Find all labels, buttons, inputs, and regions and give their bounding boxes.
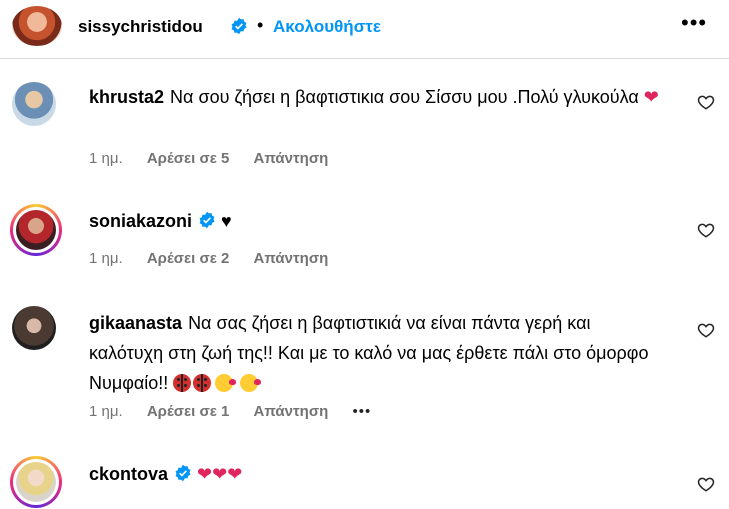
comment-body: soniakazoni ♥	[89, 206, 659, 236]
comment-meta: 1 ημ. Αρέσει σε 5 Απάντηση	[89, 150, 348, 167]
red-heart-icon: ❤	[212, 464, 228, 484]
follow-button[interactable]: Ακολουθήστε	[273, 17, 381, 37]
verified-badge-icon	[199, 211, 215, 229]
likes-count[interactable]: Αρέσει σε 1	[147, 403, 230, 420]
comment-username[interactable]: ckontova	[89, 464, 168, 484]
red-heart-icon: ❤	[197, 464, 213, 484]
black-heart-icon: ♥	[221, 211, 232, 231]
comment-time[interactable]: 1 ημ.	[89, 403, 123, 420]
reply-button[interactable]: Απάντηση	[254, 250, 329, 267]
comment-body: khrusta2 Να σου ζήσει η βαφτιστικια σου Σ…	[89, 82, 659, 112]
avatar[interactable]	[12, 82, 56, 126]
comment-body: ckontova ❤❤❤	[89, 459, 659, 489]
like-heart-icon[interactable]	[697, 475, 715, 493]
reply-button[interactable]: Απάντηση	[254, 403, 329, 420]
comment-username[interactable]: soniakazoni	[89, 211, 192, 231]
comment-meta: 1 ημ. Αρέσει σε 1 Απάντηση •••	[89, 403, 391, 420]
avatar[interactable]	[12, 6, 62, 46]
like-heart-icon[interactable]	[697, 221, 715, 239]
comment-body: gikaanasta Να σας ζήσει η βαφτιστικιά να …	[89, 308, 659, 398]
likes-count[interactable]: Αρέσει σε 2	[147, 250, 230, 267]
more-options-icon[interactable]: •••	[681, 12, 707, 34]
story-ring[interactable]	[10, 204, 62, 256]
comment-username[interactable]: khrusta2	[89, 87, 164, 107]
avatar[interactable]	[16, 462, 56, 502]
avatar[interactable]	[16, 210, 56, 250]
comment-time[interactable]: 1 ημ.	[89, 150, 123, 167]
story-ring[interactable]	[10, 456, 62, 508]
verified-badge-icon	[230, 17, 248, 38]
header-divider	[0, 58, 729, 59]
comment-meta: 1 ημ. Αρέσει σε 2 Απάντηση	[89, 250, 348, 267]
like-heart-icon[interactable]	[697, 93, 715, 111]
more-options-icon[interactable]: •••	[352, 403, 371, 420]
ladybug-icon	[193, 374, 212, 392]
like-heart-icon[interactable]	[697, 321, 715, 339]
red-heart-icon: ❤	[643, 87, 659, 107]
comment-text: Να σου ζήσει η βαφτιστικια σου Σίσσυ μου…	[170, 87, 639, 107]
header-username[interactable]: sissychristidou	[78, 17, 203, 37]
comment-username[interactable]: gikaanasta	[89, 313, 182, 333]
verified-badge-icon	[175, 464, 191, 482]
red-heart-icon: ❤	[227, 464, 243, 484]
post-header: sissychristidou • Ακολουθήστε •••	[0, 0, 729, 58]
kiss-face-icon	[215, 374, 237, 392]
kiss-face-icon	[240, 374, 262, 392]
reply-button[interactable]: Απάντηση	[254, 150, 329, 167]
ladybug-icon	[173, 374, 192, 392]
separator-dot: •	[257, 15, 264, 35]
comment-time[interactable]: 1 ημ.	[89, 250, 123, 267]
likes-count[interactable]: Αρέσει σε 5	[147, 150, 230, 167]
avatar[interactable]	[12, 306, 56, 350]
